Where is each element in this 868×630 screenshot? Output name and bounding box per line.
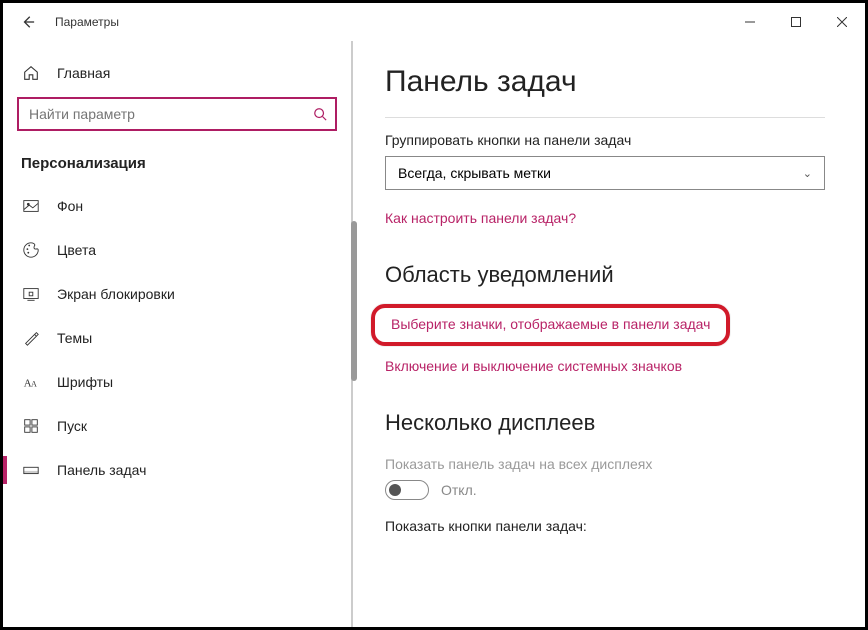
sidebar-item-picture[interactable]: Фон: [3, 184, 351, 228]
start-icon: [21, 416, 41, 436]
sidebar-home[interactable]: Главная: [3, 53, 351, 93]
sidebar-scrollbar[interactable]: [351, 41, 357, 627]
sidebar-item-label: Цвета: [57, 242, 96, 258]
back-button[interactable]: [17, 11, 39, 33]
highlight-annotation: Выберите значки, отображаемые в панели з…: [371, 304, 730, 346]
home-icon: [21, 63, 41, 83]
taskbar-icon: [21, 460, 41, 480]
sidebar-home-label: Главная: [57, 65, 110, 81]
sidebar-item-label: Панель задач: [57, 462, 146, 478]
sidebar-item-taskbar[interactable]: Панель задач: [3, 448, 351, 492]
search-icon: [313, 107, 327, 121]
select-taskbar-icons-link[interactable]: Выберите значки, отображаемые в панели з…: [391, 316, 710, 332]
sidebar-item-fonts[interactable]: AA Шрифты: [3, 360, 351, 404]
sidebar-item-label: Фон: [57, 198, 83, 214]
show-buttons-label: Показать кнопки панели задач:: [385, 518, 837, 534]
dropdown-value: Всегда, скрывать метки: [398, 165, 551, 181]
sidebar-category: Персонализация: [3, 145, 351, 184]
sidebar-item-themes[interactable]: Темы: [3, 316, 351, 360]
scrollbar-thumb[interactable]: [351, 221, 357, 381]
section-multiple-displays: Несколько дисплеев: [385, 410, 837, 436]
help-link[interactable]: Как настроить панели задач?: [385, 210, 837, 226]
multi-display-toggle[interactable]: [385, 480, 429, 500]
page-title: Панель задач: [385, 65, 837, 99]
sidebar-item-start[interactable]: Пуск: [3, 404, 351, 448]
sidebar-item-lockscreen[interactable]: Экран блокировки: [3, 272, 351, 316]
themes-icon: [21, 328, 41, 348]
picture-icon: [21, 196, 41, 216]
minimize-button[interactable]: [727, 6, 773, 38]
multi-display-label: Показать панель задач на всех дисплеях: [385, 456, 837, 472]
maximize-button[interactable]: [773, 6, 819, 38]
divider: [385, 117, 825, 118]
section-notification-area: Область уведомлений: [385, 262, 837, 288]
sidebar-item-palette[interactable]: Цвета: [3, 228, 351, 272]
sidebar-item-label: Экран блокировки: [57, 286, 175, 302]
chevron-down-icon: ⌄: [803, 167, 812, 180]
sidebar-item-label: Пуск: [57, 418, 87, 434]
sidebar-item-label: Шрифты: [57, 374, 113, 390]
fonts-icon: AA: [21, 372, 41, 392]
toggle-state-label: Откл.: [441, 482, 477, 498]
close-button[interactable]: [819, 6, 865, 38]
toggle-knob: [389, 484, 401, 496]
lockscreen-icon: [21, 284, 41, 304]
system-icons-link[interactable]: Включение и выключение системных значков: [385, 358, 837, 374]
sidebar-item-label: Темы: [57, 330, 92, 346]
window-title: Параметры: [55, 15, 119, 29]
search-input[interactable]: [17, 97, 337, 131]
group-buttons-dropdown[interactable]: Всегда, скрывать метки ⌄: [385, 156, 825, 190]
group-buttons-label: Группировать кнопки на панели задач: [385, 132, 837, 148]
search-field[interactable]: [29, 106, 313, 122]
svg-text:A: A: [31, 380, 37, 389]
palette-icon: [21, 240, 41, 260]
